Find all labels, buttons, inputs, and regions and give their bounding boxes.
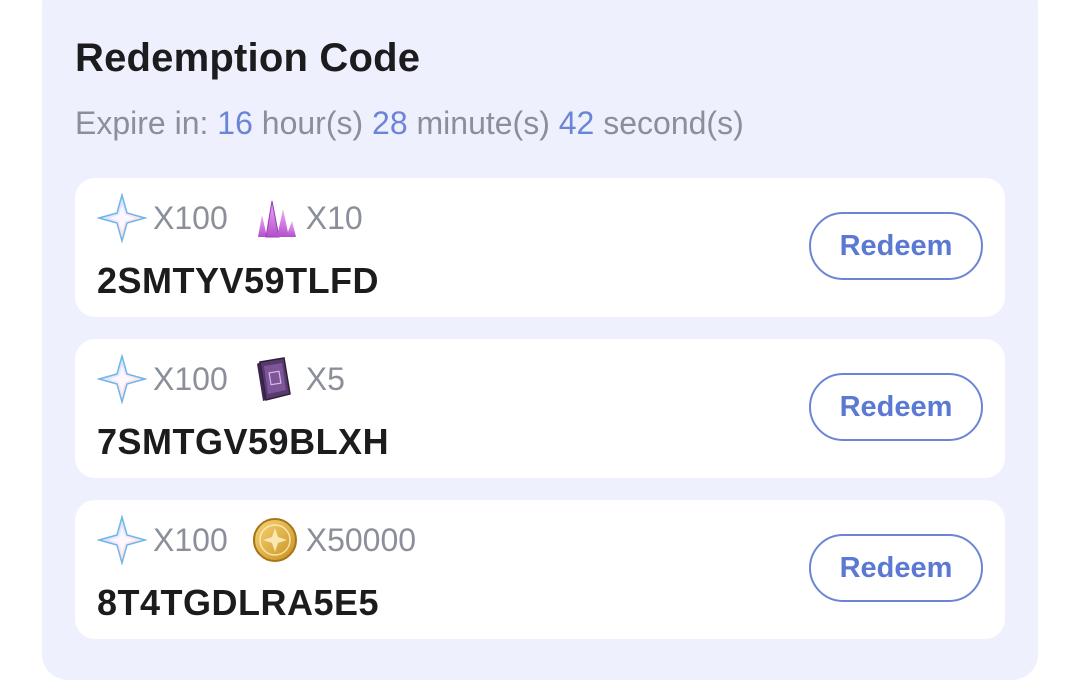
- reward-item: X100: [96, 353, 228, 405]
- book-icon: [250, 354, 300, 404]
- reward-list: X100 X50000: [96, 514, 438, 566]
- redemption-code: 7SMTGV59BLXH: [97, 421, 390, 462]
- expire-countdown: Expire in: 16 hour(s) 28 minute(s) 42 se…: [75, 105, 744, 142]
- reward-list: X100 X5: [96, 353, 367, 405]
- seconds-value: 42: [558, 105, 595, 141]
- reward-item: X100: [96, 192, 228, 244]
- page-title: Redemption Code: [75, 36, 421, 80]
- crystal-icon: [250, 193, 300, 243]
- hours-unit: hour(s): [261, 105, 364, 141]
- code-card: X100 X50000 8T4TGDLRA5E5 Redeem: [75, 500, 1005, 639]
- reward-item: X50000: [250, 515, 416, 565]
- minutes-unit: minute(s): [416, 105, 550, 141]
- primogem-icon: [96, 353, 148, 405]
- reward-count: X50000: [305, 521, 417, 558]
- hours-value: 16: [217, 105, 253, 141]
- seconds-unit: second(s): [603, 105, 744, 141]
- reward-count: X100: [153, 199, 228, 236]
- redemption-code: 2SMTYV59TLFD: [97, 260, 380, 301]
- reward-item: X10: [250, 193, 363, 243]
- reward-count: X100: [153, 360, 228, 397]
- reward-list: X100 X10: [96, 192, 385, 244]
- redemption-code: 8T4TGDLRA5E5: [97, 582, 380, 623]
- redeem-button[interactable]: Redeem: [809, 212, 983, 280]
- primogem-icon: [96, 514, 148, 566]
- minutes-value: 28: [372, 105, 408, 141]
- redeem-button[interactable]: Redeem: [809, 373, 983, 441]
- primogem-icon: [96, 192, 148, 244]
- reward-count: X10: [305, 199, 363, 236]
- reward-count: X100: [153, 521, 228, 558]
- reward-item: X100: [96, 514, 228, 566]
- expire-label: Expire in:: [75, 105, 209, 141]
- reward-count: X5: [305, 360, 345, 397]
- code-card: X100 X5 7SMTGV59BLXH Redeem: [75, 339, 1005, 478]
- code-card: X100 X10 2SMTYV59TLFD Redeem: [75, 178, 1005, 317]
- reward-item: X5: [250, 354, 345, 404]
- coin-icon: [250, 515, 300, 565]
- redeem-button[interactable]: Redeem: [809, 534, 983, 602]
